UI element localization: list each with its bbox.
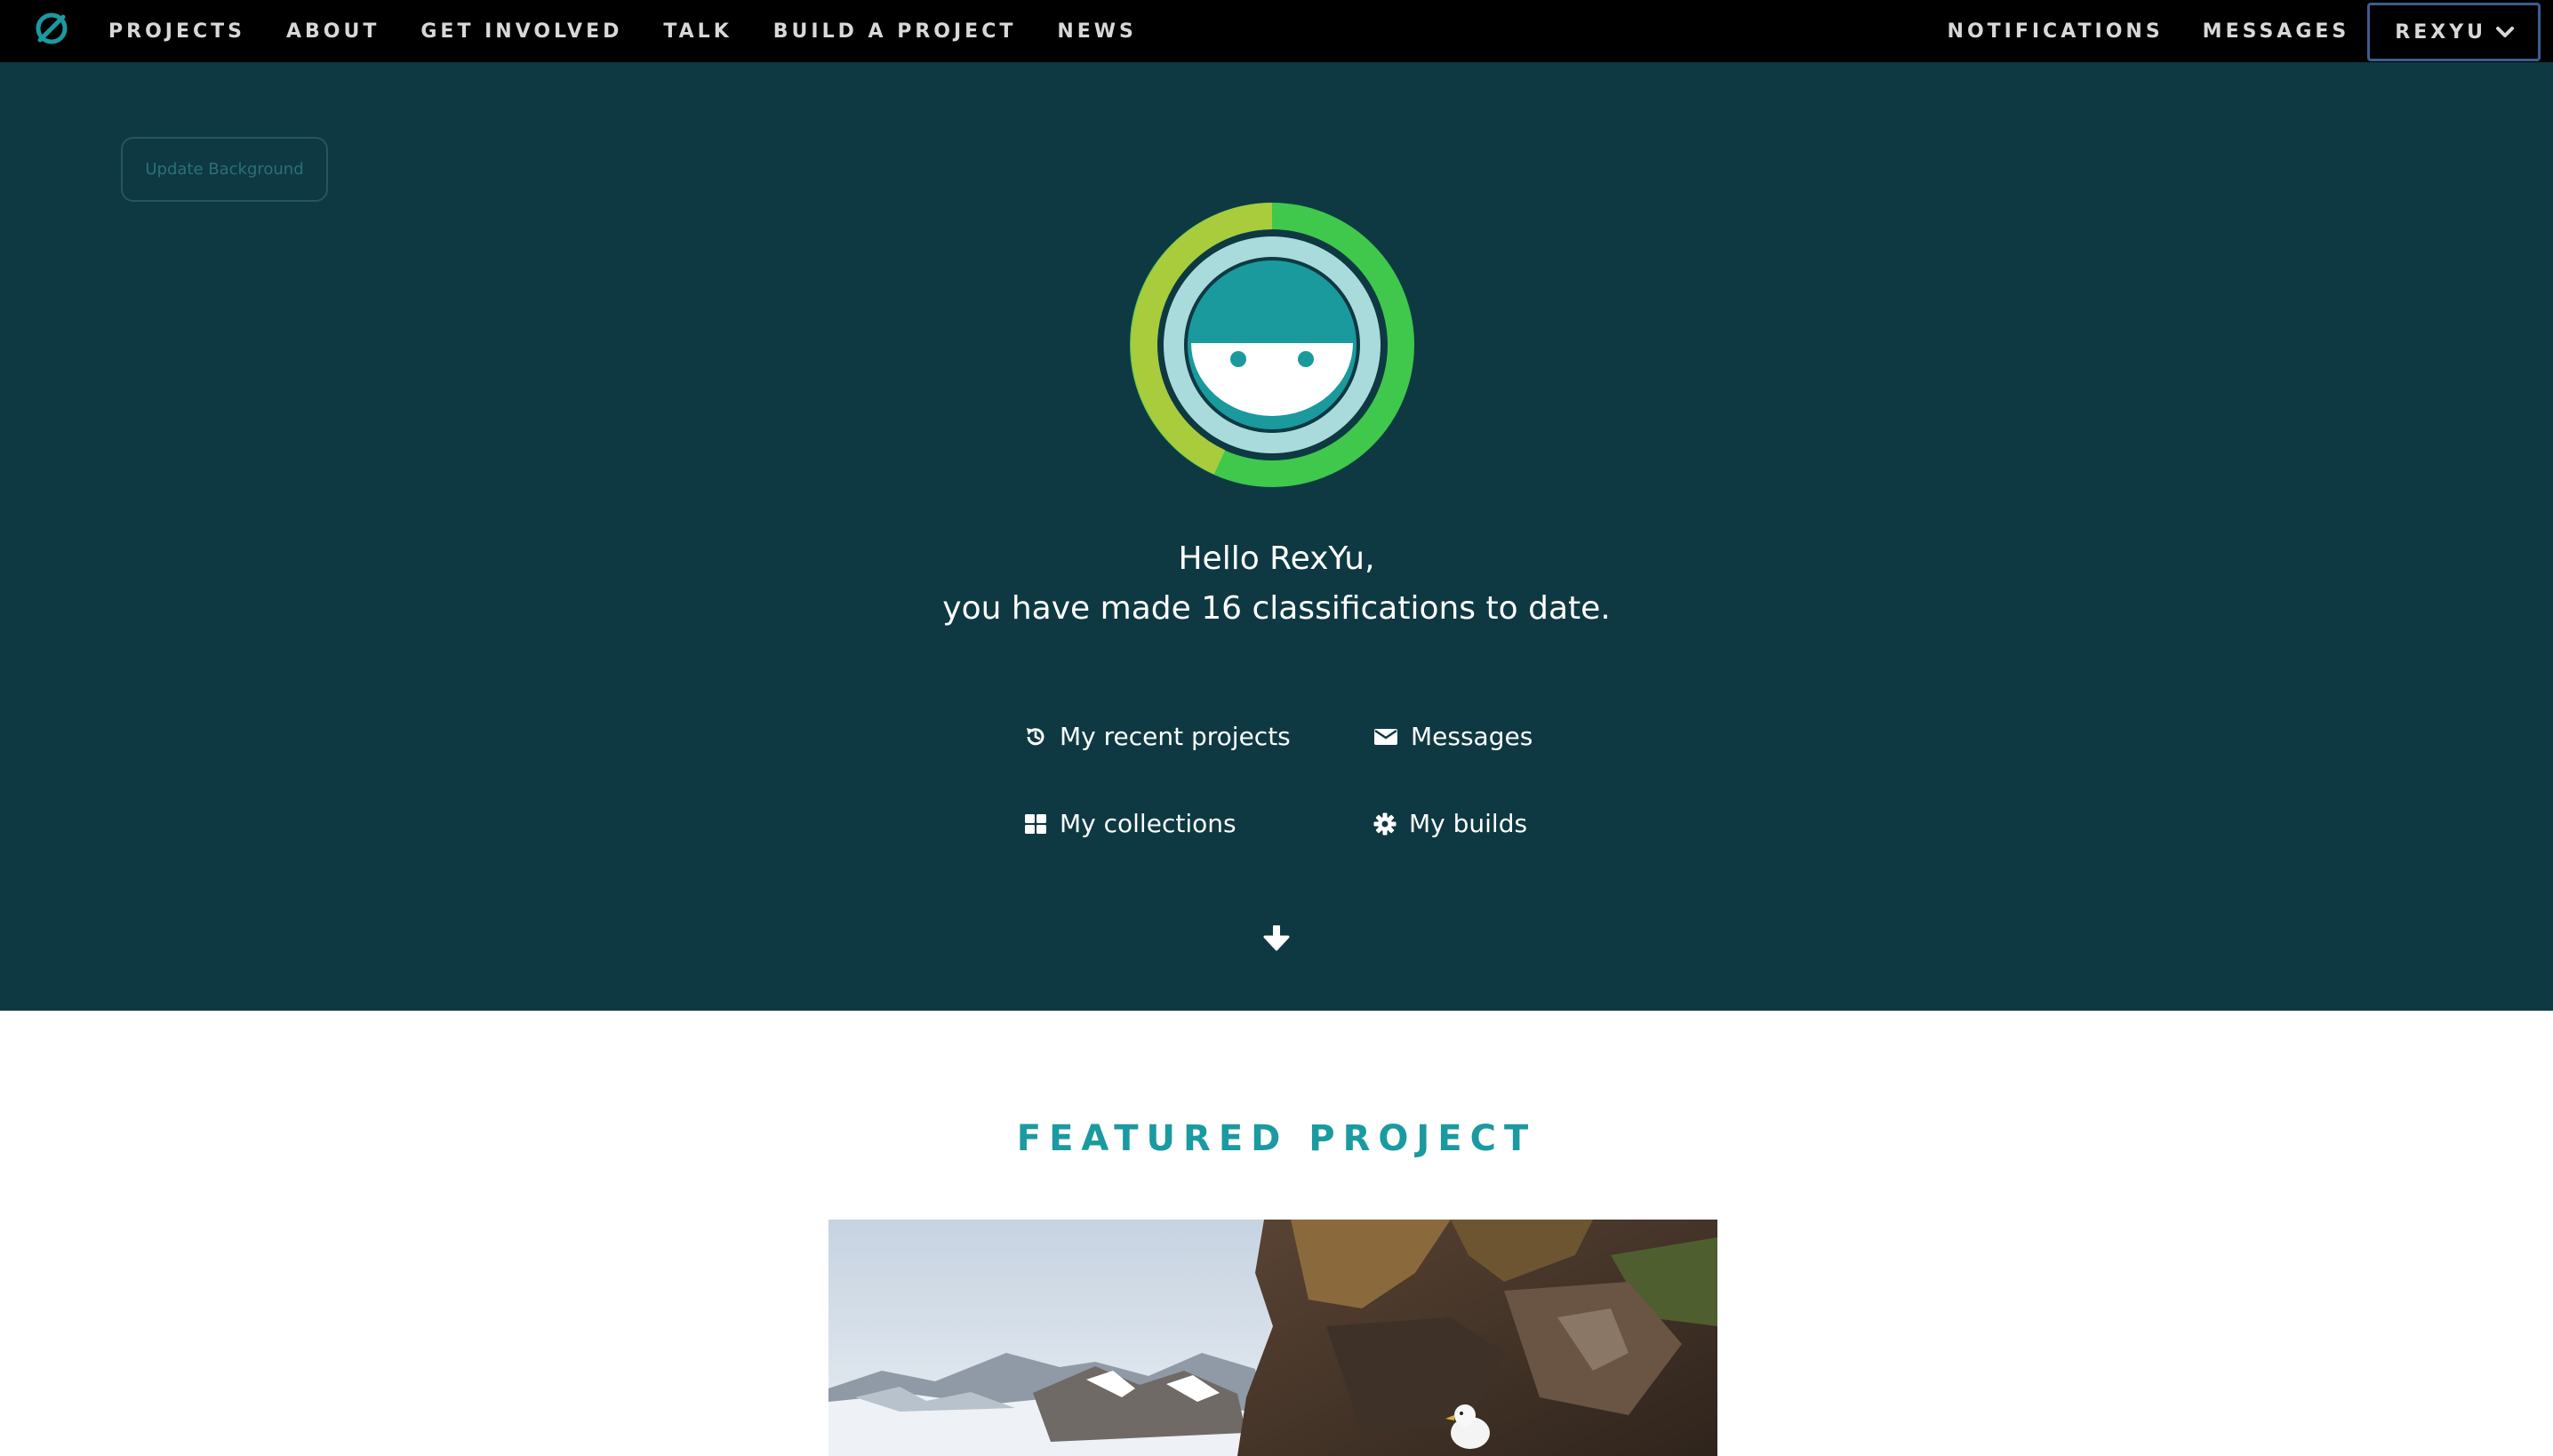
update-background-button[interactable]: Update Background: [121, 137, 328, 202]
nav-link-get-involved[interactable]: GET INVOLVED: [420, 20, 622, 43]
featured-project-image[interactable]: [828, 1220, 1717, 1456]
nav-link-projects[interactable]: PROJECTS: [108, 20, 245, 43]
grid-icon: [1025, 813, 1046, 834]
history-icon: [1027, 727, 1044, 745]
my-builds-link[interactable]: My builds: [1373, 809, 1527, 838]
nav-link-about[interactable]: ABOUT: [286, 20, 380, 43]
user-menu-button[interactable]: REXYU: [2367, 3, 2541, 61]
zooniverse-logo-icon[interactable]: [32, 9, 71, 48]
featured-project-heading: FEATURED PROJECT: [1016, 1118, 1537, 1159]
nav-primary-links: PROJECTS ABOUT GET INVOLVED TALK BUILD A…: [108, 0, 1178, 62]
my-recent-projects-link[interactable]: My recent projects: [1024, 722, 1291, 751]
gear-icon: [1373, 812, 1397, 835]
chevron-down-icon: [2496, 27, 2514, 37]
envelope-icon: [1374, 728, 1397, 745]
nav-link-messages[interactable]: MESSAGES: [2203, 20, 2350, 43]
messages-link[interactable]: Messages: [1373, 722, 1533, 751]
my-builds-label: My builds: [1409, 809, 1528, 838]
username-label: REXYU: [2395, 20, 2486, 44]
my-recent-projects-label: My recent projects: [1060, 722, 1291, 751]
greeting-title: Hello RexYu,: [1178, 540, 1375, 577]
my-collections-link[interactable]: My collections: [1024, 809, 1236, 838]
avatar-image: [1130, 203, 1414, 487]
nav-link-talk[interactable]: TALK: [663, 20, 732, 43]
nav-account-links: NOTIFICATIONS MESSAGES REXYU: [1948, 0, 2553, 62]
classification-count-text: you have made 16 classifications to date…: [942, 590, 1611, 627]
messages-label: Messages: [1411, 722, 1533, 751]
top-navigation: PROJECTS ABOUT GET INVOLVED TALK BUILD A…: [0, 0, 2553, 62]
nav-link-news[interactable]: NEWS: [1057, 20, 1137, 43]
nav-link-notifications[interactable]: NOTIFICATIONS: [1948, 20, 2164, 43]
profile-hero: Update Background Hello RexYu, you have …: [0, 62, 2553, 1011]
arrow-down-icon[interactable]: [1260, 921, 1293, 953]
nav-link-build-a-project[interactable]: BUILD A PROJECT: [773, 20, 1017, 43]
avatar[interactable]: [1130, 203, 1414, 487]
my-collections-label: My collections: [1060, 809, 1236, 838]
